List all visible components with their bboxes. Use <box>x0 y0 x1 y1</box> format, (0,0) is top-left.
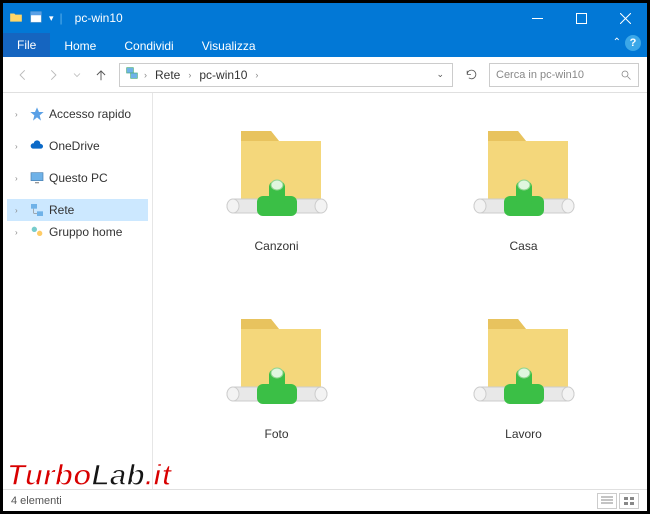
cloud-icon <box>29 138 45 154</box>
details-view-button[interactable] <box>597 493 617 509</box>
sidebar-item-label: Questo PC <box>49 171 108 185</box>
chevron-right-icon[interactable]: › <box>15 228 25 237</box>
network-icon <box>29 202 45 218</box>
chevron-right-icon[interactable]: › <box>15 206 25 215</box>
shared-folder-item[interactable]: Foto <box>183 301 370 469</box>
refresh-button[interactable] <box>459 63 483 87</box>
large-icons-view-button[interactable] <box>619 493 639 509</box>
properties-icon[interactable] <box>29 10 43 27</box>
sidebar-item-network[interactable]: › Rete <box>7 199 148 221</box>
sidebar-item-label: Accesso rapido <box>49 107 131 121</box>
help-icon[interactable]: ? <box>625 35 641 51</box>
ribbon-tabs: File Home Condividi Visualizza ⌃ ? <box>3 33 647 57</box>
chevron-right-icon[interactable]: › <box>15 110 25 119</box>
shared-folder-icon <box>464 301 584 421</box>
sidebar-item-this-pc[interactable]: › Questo PC <box>7 167 148 189</box>
qat-dropdown-icon[interactable]: ▾ <box>49 13 54 24</box>
recent-locations-icon[interactable] <box>71 63 83 87</box>
file-tab[interactable]: File <box>3 33 50 57</box>
sidebar-item-quick-access[interactable]: › Accesso rapido <box>7 103 148 125</box>
breadcrumb-dropdown-icon[interactable]: ⌄ <box>432 69 448 80</box>
search-placeholder: Cerca in pc-win10 <box>496 69 620 81</box>
close-button[interactable] <box>603 3 647 33</box>
chevron-right-icon[interactable]: › <box>142 70 149 80</box>
item-label: Foto <box>264 427 288 441</box>
shared-folder-item[interactable]: Casa <box>430 113 617 281</box>
title-bar: ▾ | pc-win10 <box>3 3 647 33</box>
chevron-right-icon[interactable]: › <box>15 174 25 183</box>
maximize-button[interactable] <box>559 3 603 33</box>
sidebar-item-label: Rete <box>49 203 74 217</box>
status-bar: 4 elementi <box>3 489 647 511</box>
star-icon <box>29 106 45 122</box>
back-button[interactable] <box>11 63 35 87</box>
up-button[interactable] <box>89 63 113 87</box>
homegroup-icon <box>29 224 45 240</box>
explorer-window: ▾ | pc-win10 File Home Condividi Visuali… <box>0 0 650 514</box>
search-icon <box>620 69 632 81</box>
computer-icon <box>29 170 45 186</box>
chevron-right-icon[interactable]: › <box>186 70 193 80</box>
window-title: pc-win10 <box>75 11 123 25</box>
item-label: Casa <box>509 239 537 253</box>
shared-folder-icon <box>464 113 584 233</box>
breadcrumb[interactable]: › Rete › pc-win10 › ⌄ <box>119 63 453 87</box>
tab-share[interactable]: Condividi <box>110 35 187 57</box>
network-icon <box>124 65 140 84</box>
folder-icon <box>9 10 23 27</box>
tab-view[interactable]: Visualizza <box>188 35 270 57</box>
status-count: 4 elementi <box>11 495 62 507</box>
address-bar: › Rete › pc-win10 › ⌄ Cerca in pc-win10 <box>3 57 647 93</box>
sidebar-item-label: OneDrive <box>49 139 100 153</box>
sidebar-item-label: Gruppo home <box>49 225 122 239</box>
quick-access-toolbar: ▾ <box>3 10 54 27</box>
sidebar-item-onedrive[interactable]: › OneDrive <box>7 135 148 157</box>
breadcrumb-segment[interactable]: pc-win10 <box>195 68 251 82</box>
minimize-button[interactable] <box>515 3 559 33</box>
search-input[interactable]: Cerca in pc-win10 <box>489 63 639 87</box>
shared-folder-item[interactable]: Canzoni <box>183 113 370 281</box>
separator: | <box>60 11 63 25</box>
shared-folder-icon <box>217 301 337 421</box>
chevron-right-icon[interactable]: › <box>253 70 260 80</box>
content-area[interactable]: Canzoni Casa <box>153 93 647 489</box>
item-label: Lavoro <box>505 427 542 441</box>
sidebar-item-homegroup[interactable]: › Gruppo home <box>7 221 148 243</box>
chevron-right-icon[interactable]: › <box>15 142 25 151</box>
shared-folder-item[interactable]: Lavoro <box>430 301 617 469</box>
shared-folder-icon <box>217 113 337 233</box>
item-label: Canzoni <box>254 239 298 253</box>
forward-button[interactable] <box>41 63 65 87</box>
tab-home[interactable]: Home <box>50 35 110 57</box>
breadcrumb-segment[interactable]: Rete <box>151 68 184 82</box>
ribbon-expand-icon[interactable]: ⌃ <box>613 37 621 48</box>
navigation-pane: › Accesso rapido › OneDrive › Q <box>3 93 153 489</box>
